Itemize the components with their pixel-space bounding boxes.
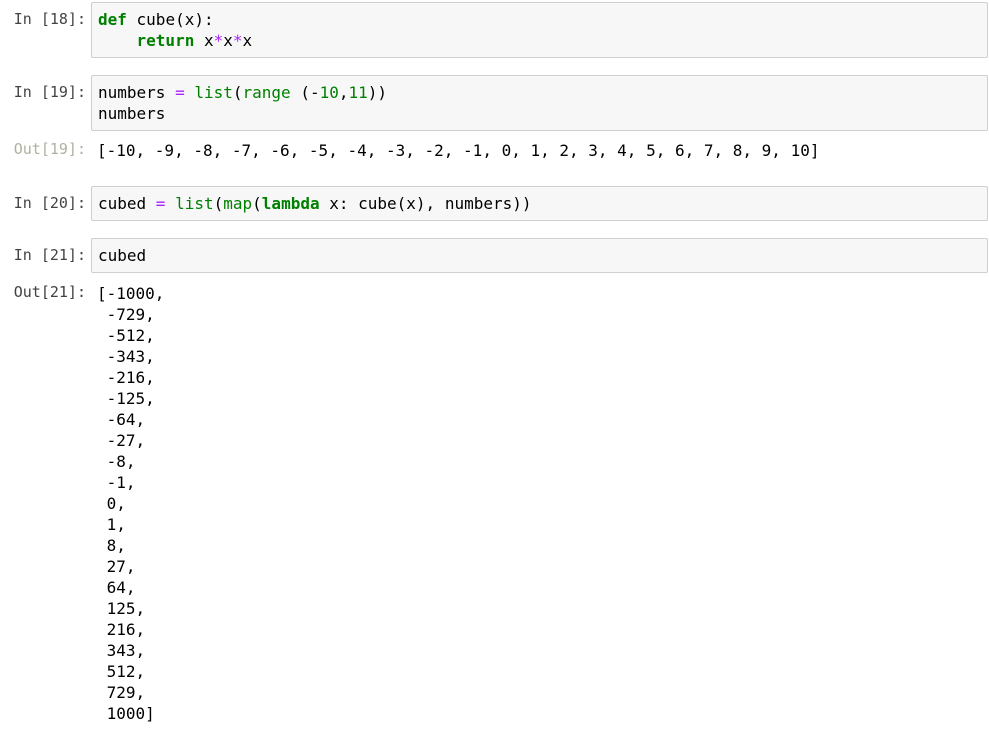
- input-prompt-21: In [21]:: [13, 246, 86, 264]
- output-prompt-19: Out[19]:: [13, 140, 86, 158]
- code-line: numbers = list(range (-10,11)): [98, 83, 388, 102]
- keyword: def: [98, 10, 127, 29]
- output-line: 1,: [97, 515, 126, 534]
- code-cell-20[interactable]: cubed = list(map(lambda x: cube(x), numb…: [91, 186, 988, 221]
- output-line: 729,: [97, 683, 146, 702]
- code-text: x*x*x: [194, 31, 253, 50]
- code-line: cubed = list(map(lambda x: cube(x), numb…: [98, 194, 532, 213]
- output-line: [-1000,: [97, 284, 165, 303]
- output-line: 512,: [97, 662, 146, 681]
- output-prompt-21: Out[21]:: [13, 283, 86, 301]
- output-line: -216,: [97, 368, 155, 387]
- output-line: 27,: [97, 557, 136, 576]
- output-line: -125,: [97, 389, 155, 408]
- code-cell-21[interactable]: cubed: [91, 238, 988, 273]
- output-line: 125,: [97, 599, 146, 618]
- output-line: -729,: [97, 305, 155, 324]
- output-line: -8,: [97, 452, 136, 471]
- input-prompt-19: In [19]:: [13, 83, 86, 101]
- output-line: -27,: [97, 431, 146, 450]
- code-cell-19[interactable]: numbers = list(range (-10,11)) numbers: [91, 75, 988, 131]
- output-line: -512,: [97, 326, 155, 345]
- output-line: -343,: [97, 347, 155, 366]
- output-line: 216,: [97, 620, 146, 639]
- output-line: 0,: [97, 494, 126, 513]
- output-area-19: [-10, -9, -8, -7, -6, -5, -4, -3, -2, -1…: [91, 140, 988, 161]
- code-line: cubed: [98, 246, 147, 265]
- output-line: -1,: [97, 473, 136, 492]
- code-line: numbers: [98, 104, 166, 123]
- input-prompt-20: In [20]:: [13, 194, 86, 212]
- input-prompt-18: In [18]:: [13, 10, 86, 28]
- output-line: 343,: [97, 641, 146, 660]
- code-line: return x*x*x: [98, 30, 981, 51]
- output-text: [-10, -9, -8, -7, -6, -5, -4, -3, -2, -1…: [97, 141, 820, 160]
- keyword: return: [136, 31, 195, 50]
- output-area-21: [-1000, -729, -512, -343, -216, -125, -6…: [91, 283, 988, 724]
- output-line: 64,: [97, 578, 136, 597]
- code-text: cube(x):: [126, 10, 214, 29]
- code-cell-18[interactable]: def cube(x): return x*x*x: [91, 2, 988, 58]
- output-line: -64,: [97, 410, 146, 429]
- output-line: 8,: [97, 536, 126, 555]
- output-line: 1000]: [97, 704, 155, 723]
- code-line: def cube(x):: [98, 9, 981, 30]
